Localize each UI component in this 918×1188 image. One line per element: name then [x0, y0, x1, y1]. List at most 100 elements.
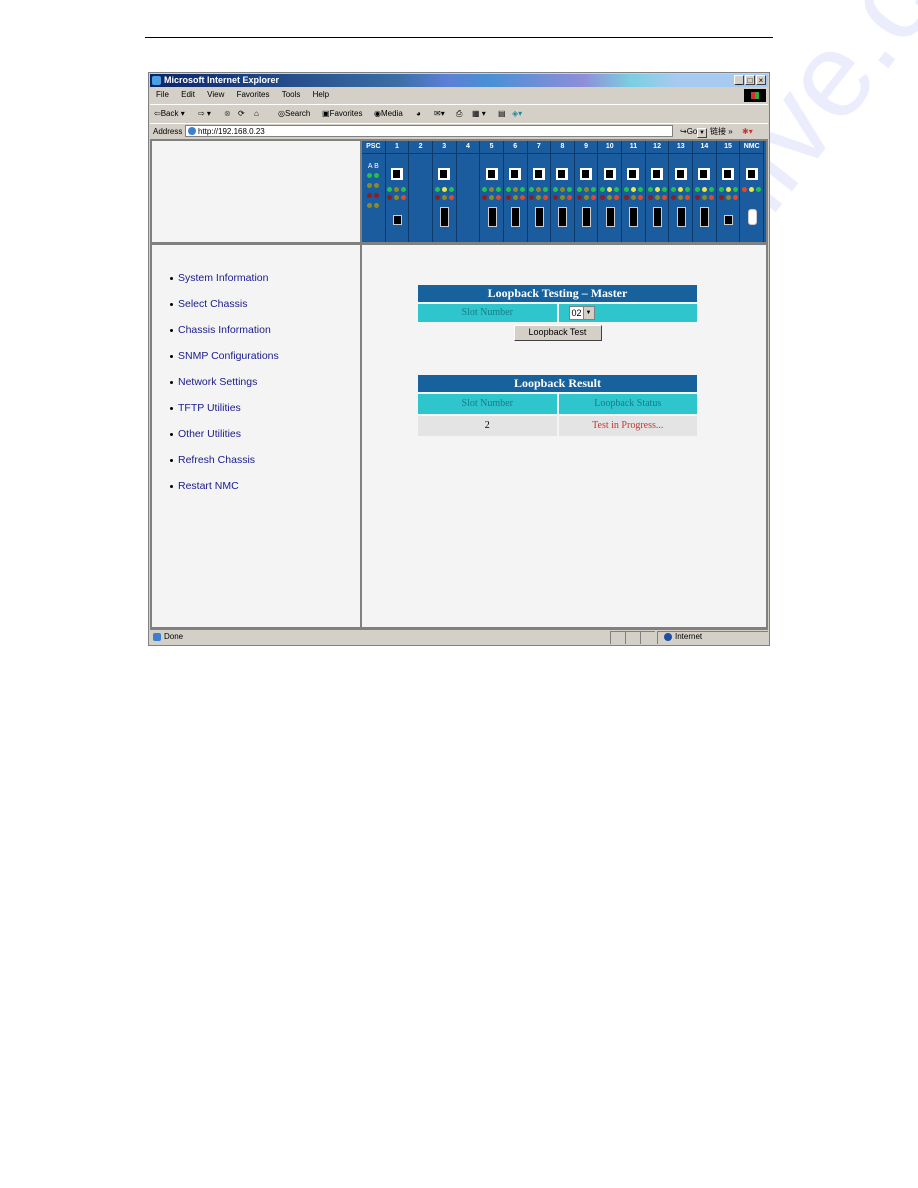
chassis-slot[interactable]: 8	[551, 141, 575, 242]
led-row	[717, 195, 740, 200]
chassis-slot[interactable]: 13	[669, 141, 694, 242]
messenger-icon[interactable]: ◈▾	[512, 105, 522, 123]
chassis-slot[interactable]: 2	[409, 141, 433, 242]
sidebar-item-tftp-utilities[interactable]: TFTP Utilities	[170, 401, 279, 427]
slot-label: 8	[560, 143, 565, 150]
slot-label: 6	[513, 143, 518, 150]
status-led	[708, 195, 714, 200]
slot-label: 3	[442, 143, 447, 150]
status-led	[512, 195, 518, 200]
sidebar-item-network-settings[interactable]: Network Settings	[170, 375, 279, 401]
status-led	[374, 183, 380, 188]
led-row	[646, 187, 669, 192]
maximize-button[interactable]: □	[745, 75, 755, 85]
chassis-slot[interactable]: NMC	[740, 141, 764, 242]
sidebar-item-select-chassis[interactable]: Select Chassis	[170, 297, 279, 323]
close-button[interactable]: ×	[756, 75, 766, 85]
history-icon[interactable]: ◕	[416, 105, 421, 123]
status-led	[678, 187, 684, 192]
back-button[interactable]: ⇦Back ▾	[154, 105, 185, 123]
psc-ab-label: A B	[367, 163, 379, 170]
chassis-slot[interactable]: 11	[622, 141, 646, 242]
address-input[interactable]: http://192.168.0.23 ▼	[185, 125, 707, 138]
status-led	[630, 187, 636, 192]
minimize-button[interactable]: _	[734, 75, 744, 85]
chassis-slot[interactable]: 3	[433, 141, 457, 242]
chassis-slot[interactable]: 6	[504, 141, 528, 242]
sidebar-item-system-information[interactable]: System Information	[170, 271, 279, 297]
status-led	[559, 195, 565, 200]
fiber-port-icon	[582, 207, 592, 227]
chevron-down-icon[interactable]: ▼	[582, 307, 594, 319]
search-button[interactable]: ◎Search	[278, 105, 310, 123]
status-led	[647, 195, 653, 200]
media-button[interactable]: ◉Media	[374, 105, 403, 123]
rj45-port-icon	[674, 168, 687, 180]
led-row	[598, 187, 621, 192]
go-button[interactable]: ↪Go	[680, 124, 697, 139]
toolbar-extension-icon[interactable]: ✱▾	[742, 124, 753, 139]
menu-view[interactable]: View	[207, 90, 224, 99]
status-led	[576, 187, 582, 192]
status-led	[559, 187, 565, 192]
slot-label: 4	[465, 143, 470, 150]
chassis-slot[interactable]: 5	[480, 141, 504, 242]
search-icon: ◎	[278, 109, 285, 118]
console-port-icon	[747, 209, 757, 225]
slot-label: NMC	[743, 143, 760, 150]
led-row	[693, 187, 716, 192]
title-bar[interactable]: Microsoft Internet Explorer _ □ ×	[150, 74, 768, 87]
chassis-slot[interactable]: PSC A B	[362, 141, 386, 242]
logo-frame	[150, 139, 362, 244]
led-row	[480, 195, 503, 200]
status-led	[401, 187, 407, 192]
menu-file[interactable]: File	[156, 90, 169, 99]
led-row	[669, 195, 692, 200]
forward-button[interactable]: ⇨ ▾	[198, 105, 211, 123]
address-dropdown-icon[interactable]: ▼	[697, 128, 707, 138]
menu-edit[interactable]: Edit	[181, 90, 195, 99]
status-led	[489, 195, 495, 200]
chassis-slot[interactable]: 9	[575, 141, 599, 242]
led-row	[551, 195, 574, 200]
status-led	[552, 195, 558, 200]
sidebar-item-restart-nmc[interactable]: Restart NMC	[170, 479, 279, 505]
mail-icon[interactable]: ✉▾	[434, 105, 445, 123]
loopback-test-button[interactable]: Loopback Test	[513, 325, 602, 341]
menu-tools[interactable]: Tools	[282, 90, 301, 99]
fiber-port-icon	[629, 207, 639, 227]
status-led	[623, 195, 629, 200]
internet-globe-icon	[664, 633, 672, 641]
chassis-slot[interactable]: 14	[693, 141, 717, 242]
rj45-port-icon	[485, 168, 498, 180]
sidebar-item-snmp-configurations[interactable]: SNMP Configurations	[170, 349, 279, 375]
favorites-icon: ▣	[322, 109, 330, 118]
favorites-button[interactable]: ▣Favorites	[322, 105, 362, 123]
led-row	[575, 195, 598, 200]
chassis-slot[interactable]: 7	[528, 141, 552, 242]
slot-label: 9	[584, 143, 589, 150]
menu-favorites[interactable]: Favorites	[237, 90, 270, 99]
chassis-slot[interactable]: 10	[598, 141, 623, 242]
status-led	[512, 187, 518, 192]
stop-icon[interactable]: ⊗	[224, 105, 231, 123]
refresh-icon[interactable]: ⟳	[238, 105, 245, 123]
chassis-slot[interactable]: 4	[457, 141, 481, 242]
slot-number-select[interactable]: 02 ▼	[568, 306, 595, 320]
edit-icon[interactable]: ▦ ▾	[472, 105, 486, 123]
links-button[interactable]: 链接 »	[710, 124, 733, 139]
print-icon[interactable]: ⎙	[456, 105, 462, 123]
chassis-slot[interactable]: 1	[386, 141, 410, 242]
status-led	[583, 195, 589, 200]
menu-help[interactable]: Help	[313, 90, 329, 99]
sidebar-item-refresh-chassis[interactable]: Refresh Chassis	[170, 453, 279, 479]
status-led	[536, 187, 542, 192]
home-icon[interactable]: ⌂	[254, 105, 259, 123]
status-led	[434, 187, 440, 192]
chassis-slot[interactable]: 12	[646, 141, 670, 242]
sidebar-item-chassis-information[interactable]: Chassis Information	[170, 323, 279, 349]
sidebar-item-other-utilities[interactable]: Other Utilities	[170, 427, 279, 453]
rj45-port-icon	[438, 168, 451, 180]
discuss-icon[interactable]: ▤	[498, 105, 506, 123]
chassis-slot[interactable]: 15	[717, 141, 741, 242]
